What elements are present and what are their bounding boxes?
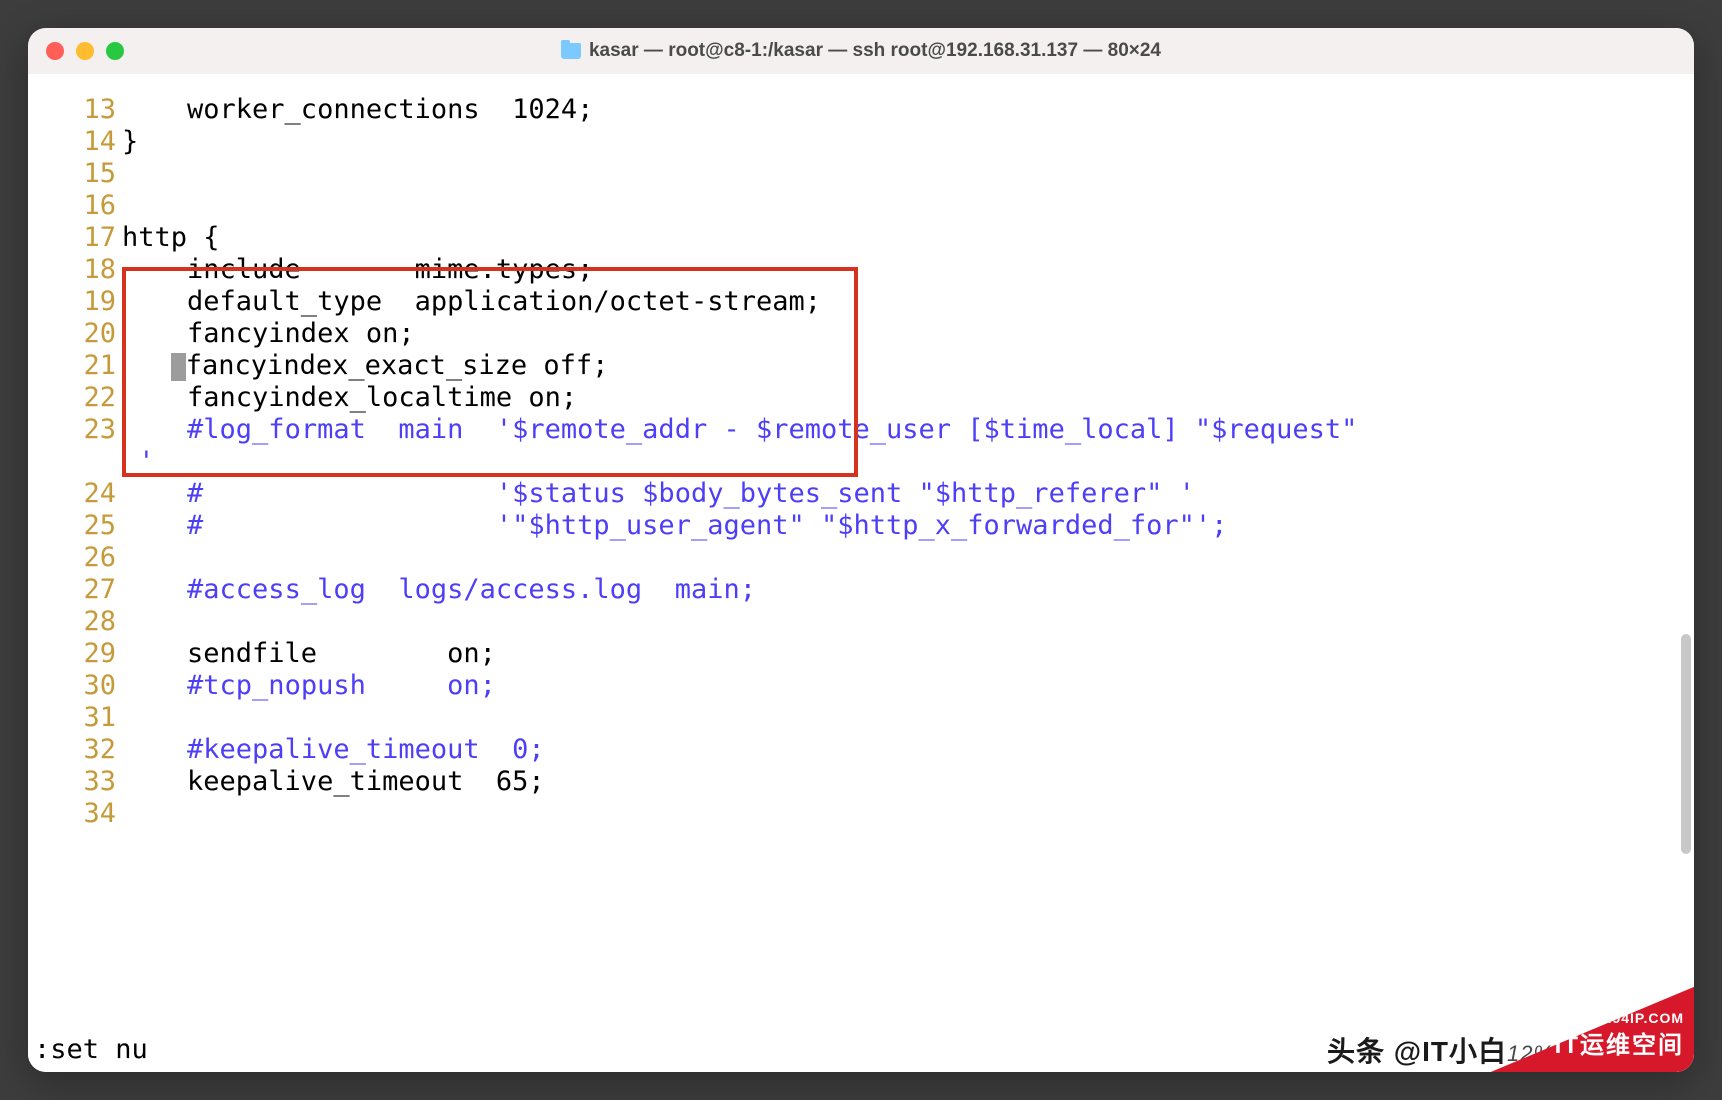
code-text bbox=[122, 702, 1694, 734]
terminal-window: kasar — root@c8-1:/kasar — ssh root@192.… bbox=[28, 28, 1694, 1072]
maximize-window-button[interactable] bbox=[106, 42, 124, 60]
line-number: 22 bbox=[28, 382, 122, 414]
code-line: 18 include mime.types; bbox=[28, 254, 1694, 286]
line-number: 23 bbox=[28, 414, 122, 446]
line-number: 20 bbox=[28, 318, 122, 350]
code-line: 29 sendfile on; bbox=[28, 638, 1694, 670]
code-text bbox=[122, 606, 1694, 638]
line-number: 29 bbox=[28, 638, 122, 670]
window-title: kasar — root@c8-1:/kasar — ssh root@192.… bbox=[28, 40, 1694, 62]
watermark-cn-label: 头条 @IT小白 bbox=[1327, 1036, 1507, 1067]
line-number: 19 bbox=[28, 286, 122, 318]
line-number: 32 bbox=[28, 734, 122, 766]
minimize-window-button[interactable] bbox=[76, 42, 94, 60]
code-line: 15 bbox=[28, 158, 1694, 190]
folder-icon bbox=[561, 43, 581, 59]
line-number: 33 bbox=[28, 766, 122, 798]
code-text: } bbox=[122, 126, 1694, 158]
code-line: 31 bbox=[28, 702, 1694, 734]
code-line: 17http { bbox=[28, 222, 1694, 254]
line-number: 15 bbox=[28, 158, 122, 190]
code-line: 22 fancyindex_localtime on; bbox=[28, 382, 1694, 414]
code-text: #keepalive_timeout 0; bbox=[122, 734, 1694, 766]
code-line: 33 keepalive_timeout 65; bbox=[28, 766, 1694, 798]
line-number: 24 bbox=[28, 478, 122, 510]
window-title-text: kasar — root@c8-1:/kasar — ssh root@192.… bbox=[589, 40, 1161, 62]
line-number: 26 bbox=[28, 542, 122, 574]
code-line: 20 fancyindex on; bbox=[28, 318, 1694, 350]
line-number bbox=[28, 446, 122, 478]
terminal-body[interactable]: 13 worker_connections 1024;14}151617http… bbox=[28, 74, 1694, 1072]
line-number: 34 bbox=[28, 798, 122, 830]
code-text: # '"$http_user_agent" "$http_x_forwarded… bbox=[122, 510, 1694, 542]
code-line: 25 # '"$http_user_agent" "$http_x_forwar… bbox=[28, 510, 1694, 542]
line-number: 27 bbox=[28, 574, 122, 606]
code-line: 26 bbox=[28, 542, 1694, 574]
code-text: include mime.types; bbox=[122, 254, 1694, 286]
code-line: 16 bbox=[28, 190, 1694, 222]
code-line: 14} bbox=[28, 126, 1694, 158]
code-text bbox=[122, 158, 1694, 190]
code-text: worker_connections 1024; bbox=[122, 94, 1694, 126]
cursor bbox=[171, 353, 186, 381]
corner-brand: IT运维空间 bbox=[1555, 1025, 1684, 1060]
corner-url: WWW.94IP.COM bbox=[1566, 1010, 1684, 1026]
code-line: ' bbox=[28, 446, 1694, 478]
line-number: 17 bbox=[28, 222, 122, 254]
line-number: 14 bbox=[28, 126, 122, 158]
line-number: 25 bbox=[28, 510, 122, 542]
code-text: sendfile on; bbox=[122, 638, 1694, 670]
code-line: 28 bbox=[28, 606, 1694, 638]
close-window-button[interactable] bbox=[46, 42, 64, 60]
code-text: #tcp_nopush on; bbox=[122, 670, 1694, 702]
code-line: 19 default_type application/octet-stream… bbox=[28, 286, 1694, 318]
code-text bbox=[122, 190, 1694, 222]
line-number: 13 bbox=[28, 94, 122, 126]
line-number: 30 bbox=[28, 670, 122, 702]
code-text bbox=[122, 542, 1694, 574]
code-line: 24 # '$status $body_bytes_sent "$http_re… bbox=[28, 478, 1694, 510]
vim-status-line: :set nu bbox=[34, 1034, 148, 1066]
line-number: 21 bbox=[28, 350, 122, 382]
code-text: fancyindex_exact_size off; bbox=[122, 350, 1694, 382]
line-number: 16 bbox=[28, 190, 122, 222]
code-text: fancyindex_localtime on; bbox=[122, 382, 1694, 414]
traffic-lights bbox=[46, 42, 124, 60]
code-text: # '$status $body_bytes_sent "$http_refer… bbox=[122, 478, 1694, 510]
code-text: default_type application/octet-stream; bbox=[122, 286, 1694, 318]
code-text: ' bbox=[122, 446, 1694, 478]
code-line: 27 #access_log logs/access.log main; bbox=[28, 574, 1694, 606]
editor-content[interactable]: 13 worker_connections 1024;14}151617http… bbox=[28, 94, 1694, 830]
code-text bbox=[122, 798, 1694, 830]
code-text: http { bbox=[122, 222, 1694, 254]
code-text: #access_log logs/access.log main; bbox=[122, 574, 1694, 606]
code-line: 32 #keepalive_timeout 0; bbox=[28, 734, 1694, 766]
scrollbar-thumb[interactable] bbox=[1681, 634, 1691, 854]
code-line: 21 fancyindex_exact_size off; bbox=[28, 350, 1694, 382]
code-line: 23 #log_format main '$remote_addr - $rem… bbox=[28, 414, 1694, 446]
code-line: 30 #tcp_nopush on; bbox=[28, 670, 1694, 702]
code-text: #log_format main '$remote_addr - $remote… bbox=[122, 414, 1694, 446]
code-line: 34 bbox=[28, 798, 1694, 830]
line-number: 31 bbox=[28, 702, 122, 734]
code-text: fancyindex on; bbox=[122, 318, 1694, 350]
titlebar: kasar — root@c8-1:/kasar — ssh root@192.… bbox=[28, 28, 1694, 75]
code-line: 13 worker_connections 1024; bbox=[28, 94, 1694, 126]
line-number: 28 bbox=[28, 606, 122, 638]
code-text: keepalive_timeout 65; bbox=[122, 766, 1694, 798]
line-number: 18 bbox=[28, 254, 122, 286]
